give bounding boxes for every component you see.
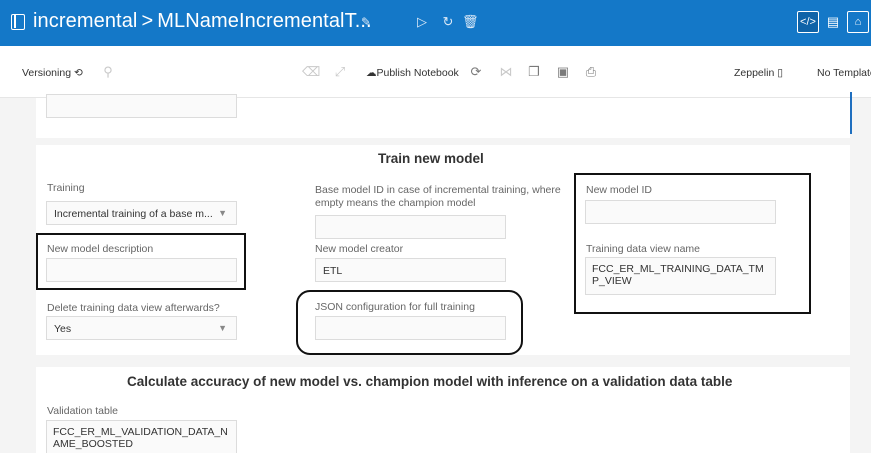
print-icon[interactable]: ⎙ (584, 65, 598, 79)
new-model-creator-field[interactable]: ETL (315, 258, 506, 282)
validation-table-label: Validation table (47, 405, 119, 417)
document-icon[interactable]: ▤ (825, 13, 841, 31)
new-model-creator-label: New model creator (315, 243, 404, 255)
save-icon[interactable]: ▣ (556, 65, 570, 79)
share-icon[interactable]: ⋈ (499, 65, 513, 79)
interpreter-button[interactable]: Zeppelin ▯ (734, 67, 783, 79)
run-icon[interactable]: ▷ (414, 13, 430, 31)
notebook-toolbar: Versioning ⟲ ⚲ ⌫ ⤢ ☁Publish Notebook ⟳ ⋈… (0, 46, 871, 98)
active-paragraph-indicator (850, 92, 852, 134)
notebook-name[interactable]: MLNameIncrementalT... (157, 10, 371, 32)
notebook-icon (11, 14, 25, 30)
versioning-label: Versioning (22, 67, 72, 79)
notebook-breadcrumb: incremental > MLNameIncrementalT... (33, 10, 372, 33)
base-model-id-field[interactable] (315, 215, 506, 239)
lock-icon[interactable]: ⌂ (847, 11, 869, 33)
versioning-button[interactable]: Versioning ⟲ (22, 67, 83, 79)
chevron-down-icon: ▼ (218, 323, 227, 333)
publish-notebook-label: Publish Notebook (376, 67, 459, 79)
delete-view-select[interactable]: Yes ▼ (46, 316, 237, 340)
training-label: Training (47, 182, 85, 194)
delete-view-label: Delete training data view afterwards? (47, 302, 220, 314)
highlight-box-description (36, 233, 246, 290)
eraser-icon[interactable]: ⌫ (302, 65, 320, 79)
accuracy-section-title: Calculate accuracy of new model vs. cham… (127, 374, 733, 389)
interpreter-label: Zeppelin (734, 67, 775, 79)
validation-table-field[interactable]: FCC_ER_ML_VALIDATION_DATA_NAME_BOOSTED (46, 420, 237, 453)
training-select[interactable]: Incremental training of a base m... ▼ (46, 201, 237, 225)
publish-notebook-button[interactable]: ☁Publish Notebook (366, 67, 459, 79)
trash-icon[interactable]: 🗑 (462, 13, 479, 31)
search-icon[interactable]: ⚲ (101, 65, 115, 79)
copy-icon[interactable]: ❐ (527, 65, 541, 79)
breadcrumb-parent[interactable]: incremental (33, 10, 137, 32)
template-selector[interactable]: No Template (817, 67, 871, 79)
training-select-value: Incremental training of a base m... (54, 208, 213, 220)
previous-paragraph-field[interactable] (46, 94, 237, 118)
breadcrumb-separator: > (141, 10, 154, 32)
highlight-box-model-id (574, 173, 811, 314)
refresh-icon[interactable]: ↻ (440, 13, 456, 31)
highlight-box-json-config (296, 290, 523, 355)
template-label: No Template (817, 67, 871, 79)
expand-icon[interactable]: ⤢ (333, 65, 347, 79)
delete-view-select-value: Yes (54, 323, 72, 335)
chevron-down-icon: ▼ (218, 208, 227, 218)
sync-icon[interactable]: ⟳ (469, 65, 483, 79)
code-view-icon[interactable]: </> (797, 11, 819, 33)
notebook-titlebar: incremental > MLNameIncrementalT... ✎ ▷ ↻ … (0, 0, 871, 46)
base-model-id-label: Base model ID in case of incremental tra… (315, 184, 561, 209)
train-section-title: Train new model (378, 151, 484, 166)
edit-icon[interactable]: ✎ (358, 13, 374, 31)
